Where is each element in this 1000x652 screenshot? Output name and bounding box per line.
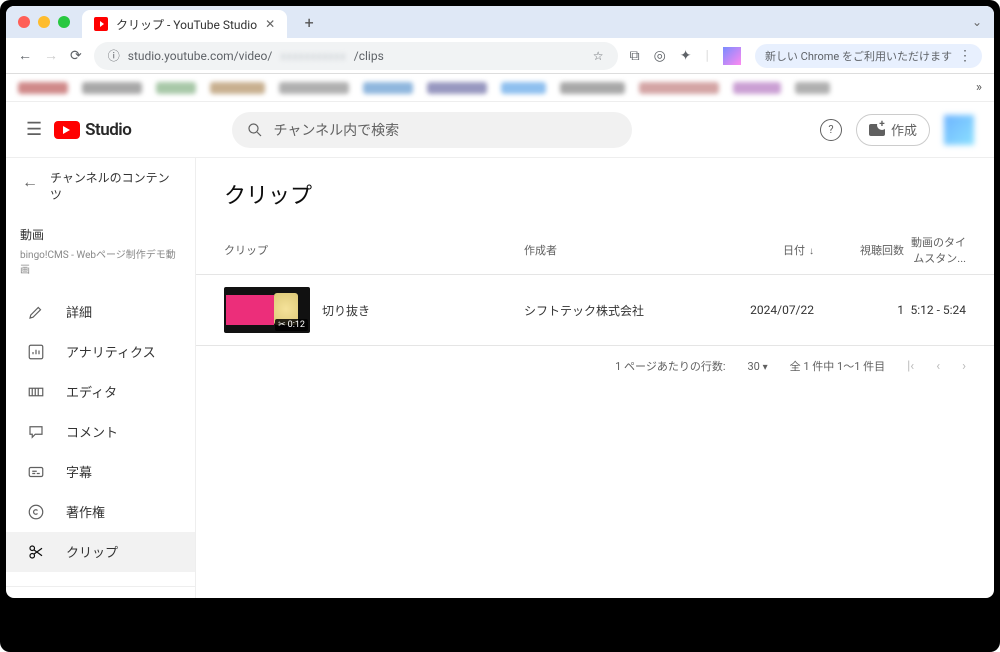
maximize-window[interactable] xyxy=(58,16,70,28)
col-clip: クリップ xyxy=(224,242,524,258)
nav-settings[interactable]: 設定 xyxy=(6,591,195,598)
profile-avatar[interactable] xyxy=(723,47,741,65)
tab-title: クリップ - YouTube Studio xyxy=(116,16,257,33)
youtube-favicon-icon xyxy=(94,17,108,31)
bookmarks-bar: » xyxy=(6,74,994,102)
back-to-content[interactable]: ← チャンネルのコンテンツ xyxy=(6,158,195,216)
puzzle-icon[interactable]: ✦ xyxy=(680,48,692,64)
extension-icon[interactable]: ⧉ xyxy=(630,48,640,64)
first-page-button[interactable]: |‹ xyxy=(907,359,914,374)
minimize-window[interactable] xyxy=(38,16,50,28)
help-icon[interactable]: ? xyxy=(820,119,842,141)
nav-analytics[interactable]: アナリティクス xyxy=(6,332,195,372)
analytics-icon xyxy=(26,342,46,362)
url-prefix: studio.youtube.com/video/ xyxy=(128,49,273,63)
subtitles-icon xyxy=(26,462,46,482)
pagination: 1 ページあたりの行数: 30 ▾ 全 1 件中 1～1 件目 |‹ ‹ › xyxy=(196,346,994,386)
search-input[interactable]: チャンネル内で検索 xyxy=(232,112,632,148)
search-icon xyxy=(246,121,264,139)
search-placeholder: チャンネル内で検索 xyxy=(274,120,400,140)
url-suffix: /clips xyxy=(354,49,384,63)
page-title: クリップ xyxy=(196,158,994,226)
brand-text: Studio xyxy=(85,120,131,140)
address-bar[interactable]: ⓘ studio.youtube.com/video/ xxxxxxxxxxx … xyxy=(94,42,618,70)
bookmark-star-icon[interactable]: ☆ xyxy=(593,49,604,63)
hamburger-menu-icon[interactable]: ☰ xyxy=(26,119,42,140)
chrome-update-pill[interactable]: 新しい Chrome をご利用いただけます ⋮ xyxy=(755,44,982,68)
caret-down-icon: ▾ xyxy=(763,362,768,373)
studio-logo[interactable]: Studio xyxy=(54,120,131,140)
rows-per-page-select[interactable]: 30 ▾ xyxy=(748,360,768,373)
next-page-button[interactable]: › xyxy=(962,359,966,374)
clip-views: 1 xyxy=(814,303,904,317)
table-row[interactable]: ✂0:12 切り抜き シフトテック株式会社 2024/07/22 1 5:12 … xyxy=(196,275,994,346)
kebab-icon[interactable]: ⋮ xyxy=(958,48,972,64)
close-window[interactable] xyxy=(18,16,30,28)
clip-title: 切り抜き xyxy=(322,302,370,319)
nav-clips[interactable]: クリップ xyxy=(6,532,195,572)
prev-page-button[interactable]: ‹ xyxy=(936,359,940,374)
user-avatar[interactable] xyxy=(944,115,974,145)
editor-icon xyxy=(26,382,46,402)
clip-thumbnail: ✂0:12 xyxy=(224,287,310,333)
reload-button[interactable]: ⟳ xyxy=(70,48,82,64)
nav-details[interactable]: 詳細 xyxy=(6,292,195,332)
create-video-icon xyxy=(869,124,885,136)
url-redacted: xxxxxxxxxxx xyxy=(280,49,345,63)
clip-date: 2024/07/22 xyxy=(684,303,814,317)
table-header: クリップ 作成者 日付↓ 視聴回数 動画のタイムスタン... xyxy=(196,226,994,275)
video-title: bingo!CMS - Webページ制作デモ動画 xyxy=(20,246,181,276)
bookmarks-overflow-icon[interactable]: » xyxy=(976,80,982,95)
col-date[interactable]: 日付↓ xyxy=(684,242,814,258)
create-button[interactable]: 作成 xyxy=(856,114,930,146)
nav-editor[interactable]: エディタ xyxy=(6,372,195,412)
site-info-icon[interactable]: ⓘ xyxy=(108,47,120,64)
browser-tab[interactable]: クリップ - YouTube Studio ✕ xyxy=(82,10,287,38)
col-views: 視聴回数 xyxy=(814,242,904,258)
back-button[interactable]: ← xyxy=(18,47,32,64)
comments-icon xyxy=(26,422,46,442)
content-type: 動画 xyxy=(20,226,181,243)
arrow-left-icon: ← xyxy=(22,172,38,192)
nav-subtitles[interactable]: 字幕 xyxy=(6,452,195,492)
copyright-icon xyxy=(26,502,46,522)
forward-button: → xyxy=(44,47,58,64)
col-timestamp: 動画のタイムスタン... xyxy=(904,234,966,266)
youtube-icon xyxy=(54,121,80,139)
clip-badge-icon: ✂ xyxy=(278,320,286,330)
clip-author: シフトテック株式会社 xyxy=(524,302,684,319)
camera-icon[interactable]: ◎ xyxy=(654,48,666,64)
new-tab-button[interactable]: + xyxy=(299,13,319,32)
clip-timestamp: 5:12 - 5:24 xyxy=(904,303,966,317)
nav-comments[interactable]: コメント xyxy=(6,412,195,452)
divider: | xyxy=(706,48,709,64)
range-text: 全 1 件中 1～1 件目 xyxy=(790,358,885,374)
close-tab-icon[interactable]: ✕ xyxy=(265,17,275,31)
col-author: 作成者 xyxy=(524,242,684,258)
nav-copyright[interactable]: 著作権 xyxy=(6,492,195,532)
rows-per-page-label: 1 ページあたりの行数: xyxy=(615,358,725,374)
scissors-icon xyxy=(26,542,46,562)
pencil-icon xyxy=(26,302,46,322)
tabs-menu-icon[interactable]: ⌄ xyxy=(972,15,982,29)
